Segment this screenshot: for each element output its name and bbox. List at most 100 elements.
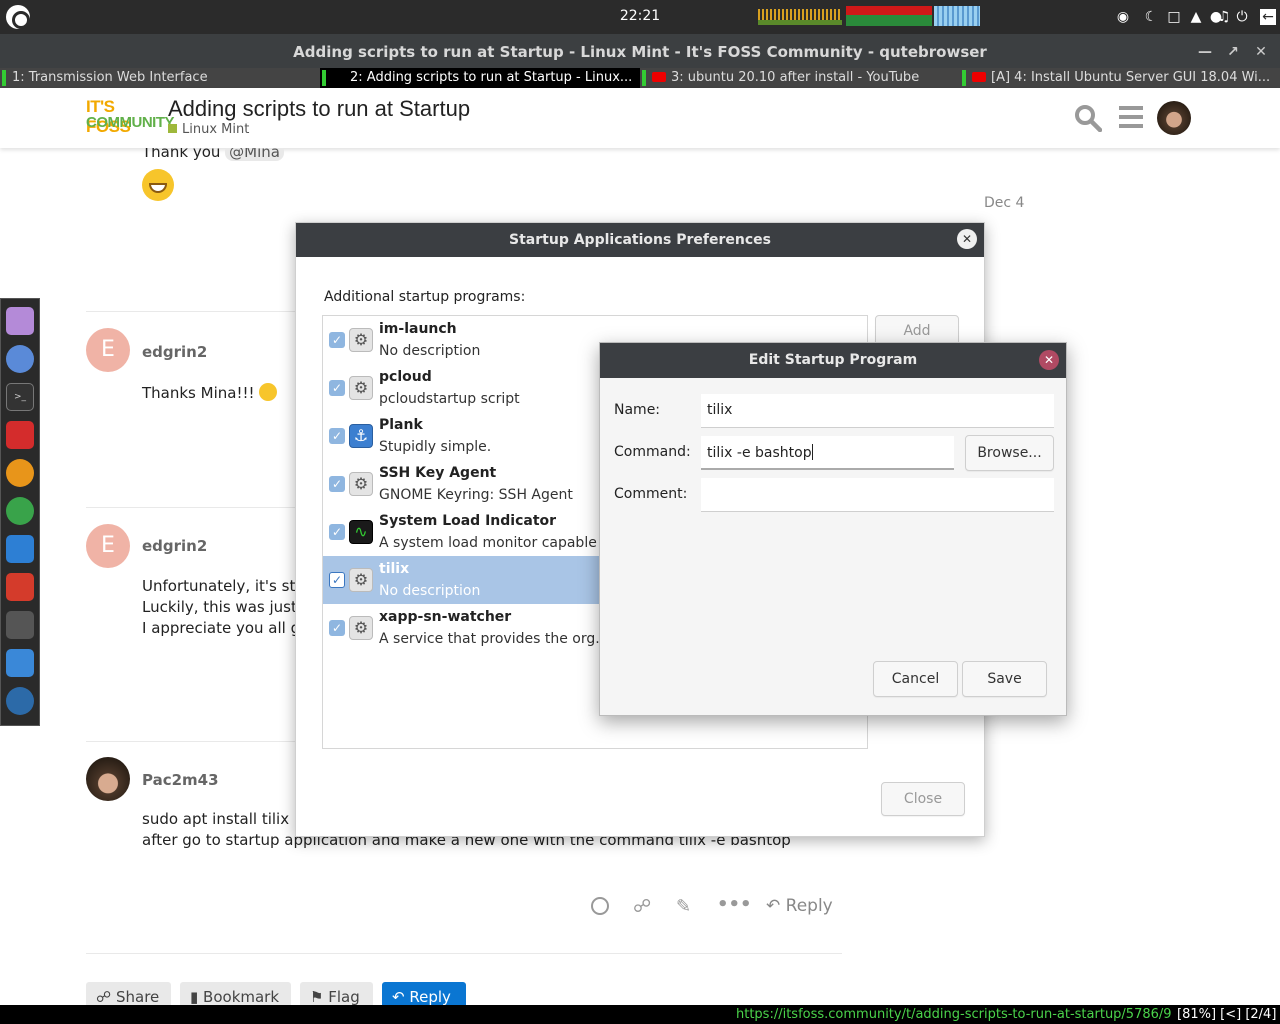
gear-icon: ⚙ [349, 472, 373, 496]
flag-label: Flag [328, 988, 360, 1006]
gear-icon: ⚙ [349, 616, 373, 640]
volume-icon[interactable]: ♫ [1216, 9, 1232, 25]
settings-app-icon[interactable] [6, 459, 34, 487]
like-emoji-icon[interactable] [591, 897, 609, 915]
program-desc: A system load monitor capable c [379, 535, 609, 551]
tab-3[interactable]: 3: ubuntu 20.10 after install - YouTube [640, 68, 960, 88]
enabled-checkbox[interactable]: ✓ [329, 524, 345, 540]
gear-icon: ⚙ [349, 328, 373, 352]
tab-1[interactable]: 1: Transmission Web Interface [0, 68, 320, 88]
power-icon[interactable]: ⏻ [1234, 9, 1250, 25]
program-name: Plank [379, 417, 423, 433]
logout-icon[interactable]: ← [1260, 9, 1276, 25]
category-badge[interactable]: Linux Mint [168, 122, 249, 137]
hamburger-menu-icon[interactable] [1119, 106, 1143, 130]
post-separator [86, 311, 296, 312]
link-icon[interactable]: ☍ [633, 896, 651, 917]
file-manager-icon[interactable] [6, 307, 34, 335]
enabled-checkbox[interactable]: ✓ [329, 380, 345, 396]
qutebrowser-icon[interactable] [6, 687, 34, 715]
cancel-button[interactable]: Cancel [873, 661, 958, 697]
program-desc: Stupidly simple. [379, 439, 492, 455]
close-button[interactable]: Close [881, 782, 965, 816]
enabled-checkbox[interactable]: ✓ [329, 332, 345, 348]
bookmark-label: Bookmark [203, 988, 280, 1006]
maximize-icon[interactable]: ↗ [1224, 43, 1242, 61]
tab-label: 1: Transmission Web Interface [12, 70, 208, 85]
comment-field[interactable] [701, 478, 1054, 512]
memory-graph [846, 6, 932, 26]
command-value: tilix -e bashtop [707, 445, 812, 461]
gear-icon: ⚙ [349, 568, 373, 592]
command-label: Command: [614, 444, 691, 460]
close-icon[interactable]: ✕ [957, 229, 977, 249]
status-bar: https://itsfoss.community/t/adding-scrip… [0, 1005, 1280, 1024]
program-desc: A service that provides the org.k [379, 631, 608, 647]
dialog-title: Edit Startup Program [748, 352, 918, 368]
dialog-title: Startup Applications Preferences [509, 232, 771, 248]
download-manager-icon[interactable] [6, 421, 34, 449]
wifi-icon[interactable]: ◉ [1115, 9, 1131, 25]
avatar[interactable] [86, 757, 130, 801]
enabled-checkbox[interactable]: ✓ [329, 620, 345, 636]
pdf-reader-icon[interactable] [6, 573, 34, 601]
edit-startup-program-dialog: Edit Startup Program ✕ Name: tilix Comma… [599, 342, 1067, 716]
name-label: Name: [614, 402, 661, 418]
search-icon[interactable] [1074, 104, 1102, 132]
download-icon[interactable] [6, 535, 34, 563]
app-grid-icon[interactable] [6, 345, 34, 373]
terminal-icon[interactable]: >_ [6, 383, 34, 411]
tab-2[interactable]: 2: Adding scripts to run at Startup - Li… [320, 68, 640, 88]
edit-icon[interactable]: ✎ [676, 896, 691, 917]
tab-bar: 1: Transmission Web Interface 2: Adding … [0, 68, 1280, 88]
gear-icon: ⚙ [349, 376, 373, 400]
post-username[interactable]: edgrin2 [142, 343, 207, 361]
calculator-icon[interactable] [6, 611, 34, 639]
site-logo[interactable]: IT'S FOSS COMMUNITY [86, 97, 175, 136]
anchor-icon: ⚓ [349, 424, 373, 448]
program-desc: pcloudstartup script [379, 391, 520, 407]
post-body: Thanks Mina!!! [142, 383, 278, 404]
minimize-icon[interactable]: — [1196, 43, 1214, 61]
tab-4[interactable]: [A] 4: Install Ubuntu Server GUI 18.04 W… [960, 68, 1280, 88]
browse-button[interactable]: Browse... [965, 435, 1054, 471]
post-date[interactable]: Dec 4 [984, 195, 1024, 211]
comment-label: Comment: [614, 486, 688, 502]
folder-icon[interactable]: □ [1166, 9, 1182, 25]
save-button[interactable]: Save [962, 661, 1047, 697]
reply-label: Reply [409, 988, 451, 1006]
youtube-icon [652, 72, 666, 82]
enabled-checkbox[interactable]: ✓ [329, 428, 345, 444]
post-username[interactable]: edgrin2 [142, 537, 207, 555]
dialog-titlebar: Edit Startup Program [600, 343, 1066, 378]
close-icon[interactable]: ✕ [1039, 350, 1059, 370]
enabled-checkbox[interactable]: ✓ [329, 572, 345, 588]
tab-label: 3: ubuntu 20.10 after install - YouTube [671, 70, 920, 85]
system-monitor-icon: ∿ [349, 520, 373, 544]
topic-title[interactable]: Adding scripts to run at Startup [168, 96, 470, 122]
sync-icon[interactable] [6, 497, 34, 525]
post-username[interactable]: Pac2m43 [142, 771, 219, 789]
notifications-icon[interactable]: ▲ [1188, 9, 1204, 25]
clock[interactable]: 22:21 [600, 8, 680, 24]
category-label: Linux Mint [182, 122, 250, 137]
window-title: Adding scripts to run at Startup - Linux… [293, 43, 987, 61]
night-mode-icon[interactable]: ☾ [1143, 9, 1159, 25]
network-graph [934, 6, 980, 26]
workspace-switcher-icon[interactable] [6, 649, 34, 677]
more-icon[interactable]: ••• [717, 894, 752, 915]
tab-label: [A] 4: Install Ubuntu Server GUI 18.04 W… [991, 70, 1271, 85]
name-field[interactable]: tilix [701, 394, 1054, 428]
share-label: Share [115, 988, 160, 1006]
smile-emoji [259, 383, 278, 401]
avatar[interactable]: E [86, 328, 130, 372]
avatar[interactable]: E [86, 524, 130, 568]
close-icon[interactable]: ✕ [1252, 43, 1270, 61]
post-reply-button[interactable]: ↶ Reply [766, 896, 833, 916]
enabled-checkbox[interactable]: ✓ [329, 476, 345, 492]
top-panel: 22:21 ◉ ☾ □ ▲ ● ♫ ⏻ ← [0, 0, 1280, 34]
command-field[interactable]: tilix -e bashtop [701, 436, 954, 470]
list-heading: Additional startup programs: [324, 289, 526, 305]
user-avatar[interactable] [1157, 101, 1191, 135]
menu-icon[interactable] [6, 5, 30, 29]
